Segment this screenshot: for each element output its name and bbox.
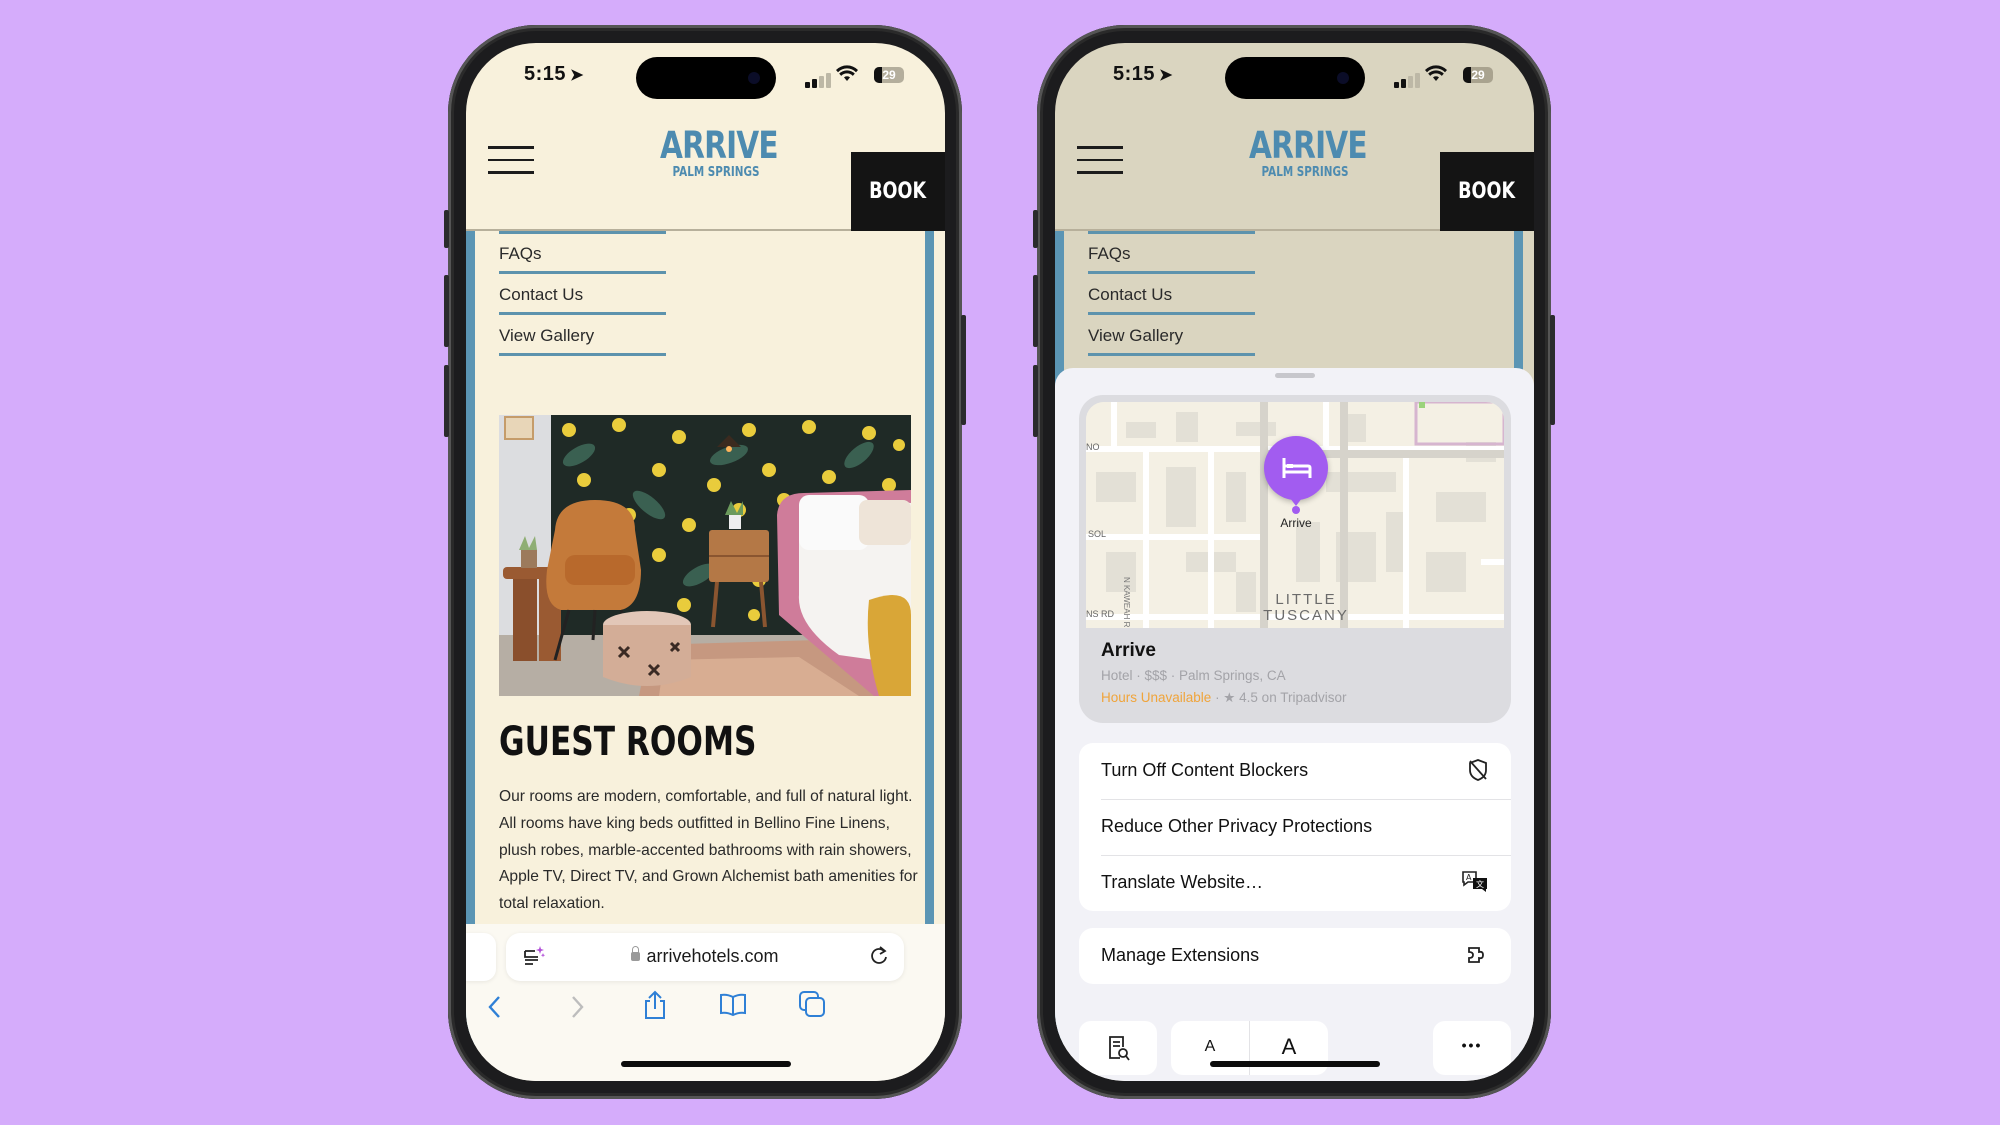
svg-text:文: 文	[1476, 879, 1484, 889]
street-label-kaweah: N KAWEAH RD	[1122, 577, 1131, 628]
phone-right: 5:15 ➤ 29 ARRIVE PALM SPRINGS BOOK FAQs C…	[1033, 25, 1555, 1099]
phone-left: 5:15 ➤ 29 ARRIVE PALM SPRINGS BOOK FAQs C…	[444, 25, 966, 1099]
place-name: Arrive	[1101, 640, 1156, 661]
street-label-no: NO	[1086, 442, 1100, 452]
address-bar[interactable]: arrivehotels.com	[506, 933, 904, 981]
section-body: Our rooms are modern, comfortable, and f…	[499, 788, 918, 913]
logo-sub: PALM SPRINGS	[672, 165, 760, 180]
home-indicator[interactable]	[1209, 1061, 1380, 1067]
logo-sub: PALM SPRINGS	[1261, 165, 1349, 180]
previous-tab-preview[interactable]	[466, 933, 496, 981]
logo-main: ARRIVE	[1249, 124, 1368, 167]
site-header: ARRIVE PALM SPRINGS BOOK	[466, 108, 945, 231]
dynamic-island	[1225, 57, 1365, 99]
reload-icon[interactable]	[868, 945, 890, 972]
volume-up-button	[1033, 275, 1038, 347]
lock-icon	[631, 946, 641, 961]
side-button	[1550, 315, 1555, 425]
site-logo[interactable]: ARRIVE PALM SPRINGS	[646, 126, 786, 180]
rating-text: · ★ 4.5 on Tripadvisor	[1211, 690, 1347, 705]
status-time: 5:15 ➤	[1113, 63, 1173, 85]
pin-dot	[1292, 506, 1300, 514]
bookmarks-icon[interactable]	[718, 992, 748, 1023]
cellular-signal-icon	[805, 70, 833, 88]
book-button[interactable]: BOOK	[1440, 152, 1534, 231]
nav-link-contact-us[interactable]: Contact Us	[499, 285, 666, 315]
site-logo[interactable]: ARRIVE PALM SPRINGS	[1235, 126, 1375, 180]
place-details: Hotel · $$$ · Palm Springs, CA	[1101, 668, 1286, 683]
pin-tail	[1290, 498, 1302, 506]
puzzle-icon	[1465, 943, 1489, 972]
translate-icon: A文	[1461, 870, 1489, 899]
place-card[interactable]: NO SOL NS RD N KAWEAH RD LITTLE TUSCANY A…	[1079, 395, 1511, 723]
tabs-icon[interactable]	[798, 990, 826, 1023]
share-icon[interactable]	[642, 990, 668, 1025]
side-button	[961, 315, 966, 425]
hamburger-menu-icon[interactable]	[488, 146, 534, 176]
safari-screen: 5:15 ➤ 29 ARRIVE PALM SPRINGS BOOK FAQs C…	[466, 43, 945, 1081]
district-label: LITTLE TUSCANY	[1263, 591, 1349, 624]
action-button	[444, 210, 449, 248]
bed-icon	[1282, 458, 1312, 478]
street-label-sol: SOL	[1088, 529, 1107, 539]
svg-text:A: A	[1466, 873, 1472, 882]
battery-icon: 29	[1463, 67, 1493, 83]
privacy-menu-group: Turn Off Content Blockers Reduce Other P…	[1079, 743, 1511, 911]
location-arrow-icon: ➤	[570, 67, 584, 84]
reader-view-button[interactable]	[1079, 1021, 1157, 1075]
wifi-icon	[1425, 65, 1447, 87]
safari-screen-with-menu: 5:15 ➤ 29 ARRIVE PALM SPRINGS BOOK FAQs C…	[1055, 43, 1534, 1081]
map-pin[interactable]	[1264, 436, 1328, 500]
map-preview[interactable]: NO SOL NS RD N KAWEAH RD LITTLE TUSCANY A…	[1086, 402, 1504, 628]
nav-link-faqs[interactable]: FAQs	[1088, 244, 1255, 274]
home-indicator[interactable]	[620, 1061, 791, 1067]
divider	[499, 231, 666, 234]
ellipsis-icon: •••	[1461, 1037, 1483, 1053]
pin-label: Arrive	[1280, 516, 1312, 530]
action-button	[1033, 210, 1038, 248]
status-time: 5:15 ➤	[524, 63, 584, 85]
shield-slash-icon	[1467, 758, 1489, 787]
extensions-menu-group: Manage Extensions	[1079, 928, 1511, 984]
safari-bottom-bar: arrivehotels.com	[466, 924, 945, 1081]
menu-item-reduce-privacy-protections[interactable]: Reduce Other Privacy Protections	[1079, 799, 1511, 855]
book-button[interactable]: BOOK	[851, 152, 945, 231]
place-hours-rating: Hours Unavailable · ★ 4.5 on Tripadvisor	[1101, 690, 1346, 706]
wifi-icon	[836, 65, 858, 87]
site-header: ARRIVE PALM SPRINGS BOOK	[1055, 108, 1534, 231]
back-icon[interactable]	[486, 994, 506, 1025]
hours-status: Hours Unavailable	[1101, 690, 1212, 705]
reader-search-icon	[1106, 1034, 1130, 1067]
menu-item-manage-extensions[interactable]: Manage Extensions	[1079, 928, 1511, 984]
volume-down-button	[1033, 365, 1038, 437]
page-menu-sheet: NO SOL NS RD N KAWEAH RD LITTLE TUSCANY A…	[1055, 368, 1534, 1081]
nav-link-faqs[interactable]: FAQs	[499, 244, 666, 274]
divider	[1088, 231, 1255, 234]
dynamic-island	[636, 57, 776, 99]
volume-down-button	[444, 365, 449, 437]
nav-link-view-gallery[interactable]: View Gallery	[1088, 326, 1255, 356]
volume-up-button	[444, 275, 449, 347]
menu-item-turn-off-content-blockers[interactable]: Turn Off Content Blockers	[1079, 743, 1511, 799]
cellular-signal-icon	[1394, 70, 1422, 88]
location-arrow-icon: ➤	[1159, 67, 1173, 84]
nav-link-contact-us[interactable]: Contact Us	[1088, 285, 1255, 315]
forward-icon[interactable]	[566, 994, 586, 1025]
guest-room-photo	[499, 415, 911, 696]
logo-main: ARRIVE	[660, 124, 779, 167]
menu-item-translate-website[interactable]: Translate Website… A文	[1079, 855, 1511, 911]
sheet-grabber[interactable]	[1274, 373, 1315, 378]
url-text: arrivehotels.com	[506, 946, 904, 967]
nav-link-view-gallery[interactable]: View Gallery	[499, 326, 666, 356]
more-options-button[interactable]: •••	[1433, 1021, 1511, 1075]
section-title: GUEST ROOMS	[499, 719, 757, 765]
hamburger-menu-icon[interactable]	[1077, 146, 1123, 176]
street-label-ns-rd: NS RD	[1086, 609, 1115, 619]
battery-icon: 29	[874, 67, 904, 83]
